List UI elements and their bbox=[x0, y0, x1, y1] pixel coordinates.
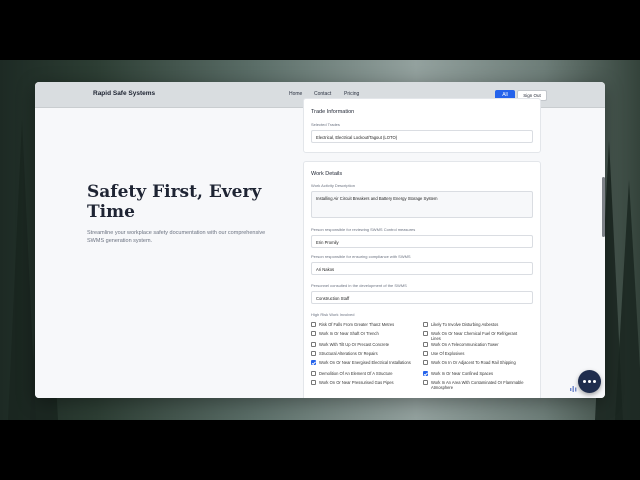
checkbox[interactable] bbox=[423, 380, 428, 385]
nav-link-pricing[interactable]: Pricing bbox=[344, 91, 359, 97]
checkbox-label: Work On In Or Adjacent To Road Rail Ship… bbox=[431, 360, 516, 365]
checkbox[interactable] bbox=[311, 351, 316, 356]
hero-subtitle: Streamline your workplace safety documen… bbox=[87, 230, 266, 244]
checkbox-label: Work With Tilt Up Or Precast Concrete bbox=[319, 342, 389, 347]
checkbox-label: Use Of Explosives bbox=[431, 351, 465, 356]
checkbox[interactable] bbox=[423, 331, 428, 336]
swms-form: Trade Information Selected Trades Electr… bbox=[291, 98, 601, 398]
consulted-field[interactable]: Construction Staff bbox=[311, 291, 533, 304]
checkbox[interactable] bbox=[311, 342, 316, 347]
checkbox[interactable] bbox=[311, 360, 316, 365]
checkbox[interactable] bbox=[423, 351, 428, 356]
checkbox[interactable] bbox=[311, 322, 316, 327]
consulted-label: Personnel consulted in the development o… bbox=[311, 283, 407, 288]
reviewer-field[interactable]: Erin Promily bbox=[311, 235, 533, 248]
compliance-field[interactable]: Ari Nakos bbox=[311, 262, 533, 275]
checkbox-label: Risk Of Falls From Greater Than2 Metres bbox=[319, 322, 395, 327]
checkbox-label: Work On Or Near Chemical Fuel Or Refrige… bbox=[431, 331, 518, 341]
checkbox-label: Likely To Involve Disturbing Asbestos bbox=[431, 322, 499, 327]
reviewer-label: Person responsible for reviewing SWMS Co… bbox=[311, 227, 416, 232]
chat-dots-icon bbox=[583, 379, 596, 384]
checkbox[interactable] bbox=[423, 342, 428, 347]
page-content: Safety First, Every Time Streamline your… bbox=[35, 98, 605, 398]
trade-information-card: Trade Information Selected Trades Electr… bbox=[303, 98, 541, 153]
work-activity-textarea[interactable]: Installing Air Circuit Breakers and Batt… bbox=[311, 191, 533, 218]
checkbox-label: Work In Or Near Shaft Or Trench bbox=[319, 331, 379, 336]
checkbox[interactable] bbox=[311, 331, 316, 336]
checkbox-label: Work On Or Near Pressurised Gas Pipes bbox=[319, 380, 394, 385]
checkbox[interactable] bbox=[311, 380, 316, 385]
checkbox[interactable] bbox=[423, 322, 428, 327]
work-activity-label: Work Activity Description bbox=[311, 183, 355, 188]
checkbox-label: Work In Or Near Confined Spaces bbox=[431, 371, 494, 376]
checkbox[interactable] bbox=[311, 371, 316, 376]
work-details-title: Work Details bbox=[311, 171, 343, 177]
selected-trades-label: Selected Trades bbox=[311, 122, 340, 127]
checkbox-label: Work In An Area With Contaminated Or Fla… bbox=[431, 380, 524, 390]
nav-link-home[interactable]: Home bbox=[289, 91, 302, 97]
work-details-card: Work Details Work Activity Description I… bbox=[303, 161, 541, 398]
chat-bubble-icon[interactable] bbox=[578, 370, 601, 393]
brand-logo[interactable]: Rapid Safe Systems bbox=[93, 90, 155, 97]
scrollbar-thumb[interactable] bbox=[602, 177, 605, 237]
nav-link-contact[interactable]: Contact bbox=[314, 91, 331, 97]
checkbox[interactable] bbox=[423, 360, 428, 365]
trade-information-title: Trade Information bbox=[311, 109, 355, 115]
checkbox-label: Work On Or Near Energised Electrical Ins… bbox=[319, 360, 411, 365]
checkbox-label: Structural Alterations Or Repairs bbox=[319, 351, 378, 356]
hero-title: Safety First, Every Time bbox=[87, 182, 262, 222]
browser-window: Rapid Safe Systems Home Contact Pricing … bbox=[35, 82, 605, 398]
checkbox-label: Work On A Telecommunication Tower bbox=[431, 342, 499, 347]
compliance-label: Person responsible for ensuring complian… bbox=[311, 254, 411, 259]
checkbox[interactable] bbox=[423, 371, 428, 376]
high-risk-label: High Risk Work Involved bbox=[311, 312, 355, 317]
checkbox-label: Demolition Of An Element Of A Structure bbox=[319, 371, 393, 376]
audio-levels-icon[interactable] bbox=[570, 380, 577, 392]
selected-trades-field[interactable]: Electrical, Electrical Lockout/Tagout (L… bbox=[311, 130, 533, 143]
screen: Rapid Safe Systems Home Contact Pricing … bbox=[0, 0, 640, 480]
